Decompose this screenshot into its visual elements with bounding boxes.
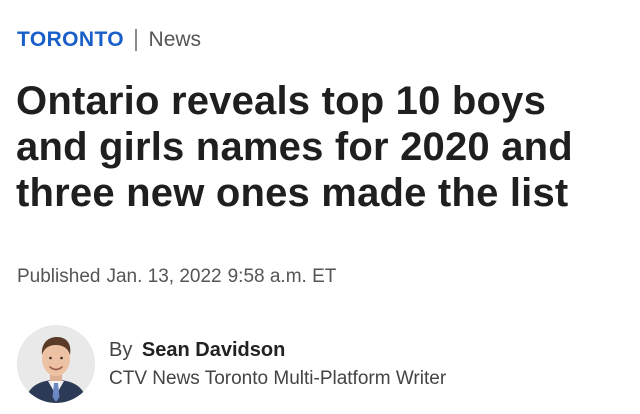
author-photo-icon [17,325,95,403]
author-byline: By Sean Davidson CTV News Toronto Multi-… [17,325,446,403]
author-role: CTV News Toronto Multi-Platform Writer [109,367,447,389]
byline-details: By Sean Davidson CTV News Toronto Multi-… [109,339,446,390]
article-headline: Ontario reveals top 10 boys and girls na… [16,79,573,215]
byline-prefix: By [109,338,133,361]
published-date: Jan. 13, 2022 [106,266,222,287]
section-link-toronto[interactable]: TORONTO [17,28,124,52]
breadcrumb-divider [135,29,137,51]
section-link-news[interactable]: News [149,28,202,52]
byline-author-line: By Sean Davidson [109,339,446,362]
author-avatar[interactable] [17,325,95,403]
published-timestamp: Published Jan. 13, 2022 9:58 a.m. ET [17,266,336,288]
author-name-link[interactable]: Sean Davidson [142,339,285,361]
section-breadcrumb: TORONTO News [17,26,201,54]
published-label: Published [17,266,101,287]
published-time: 9:58 a.m. ET [227,266,337,287]
